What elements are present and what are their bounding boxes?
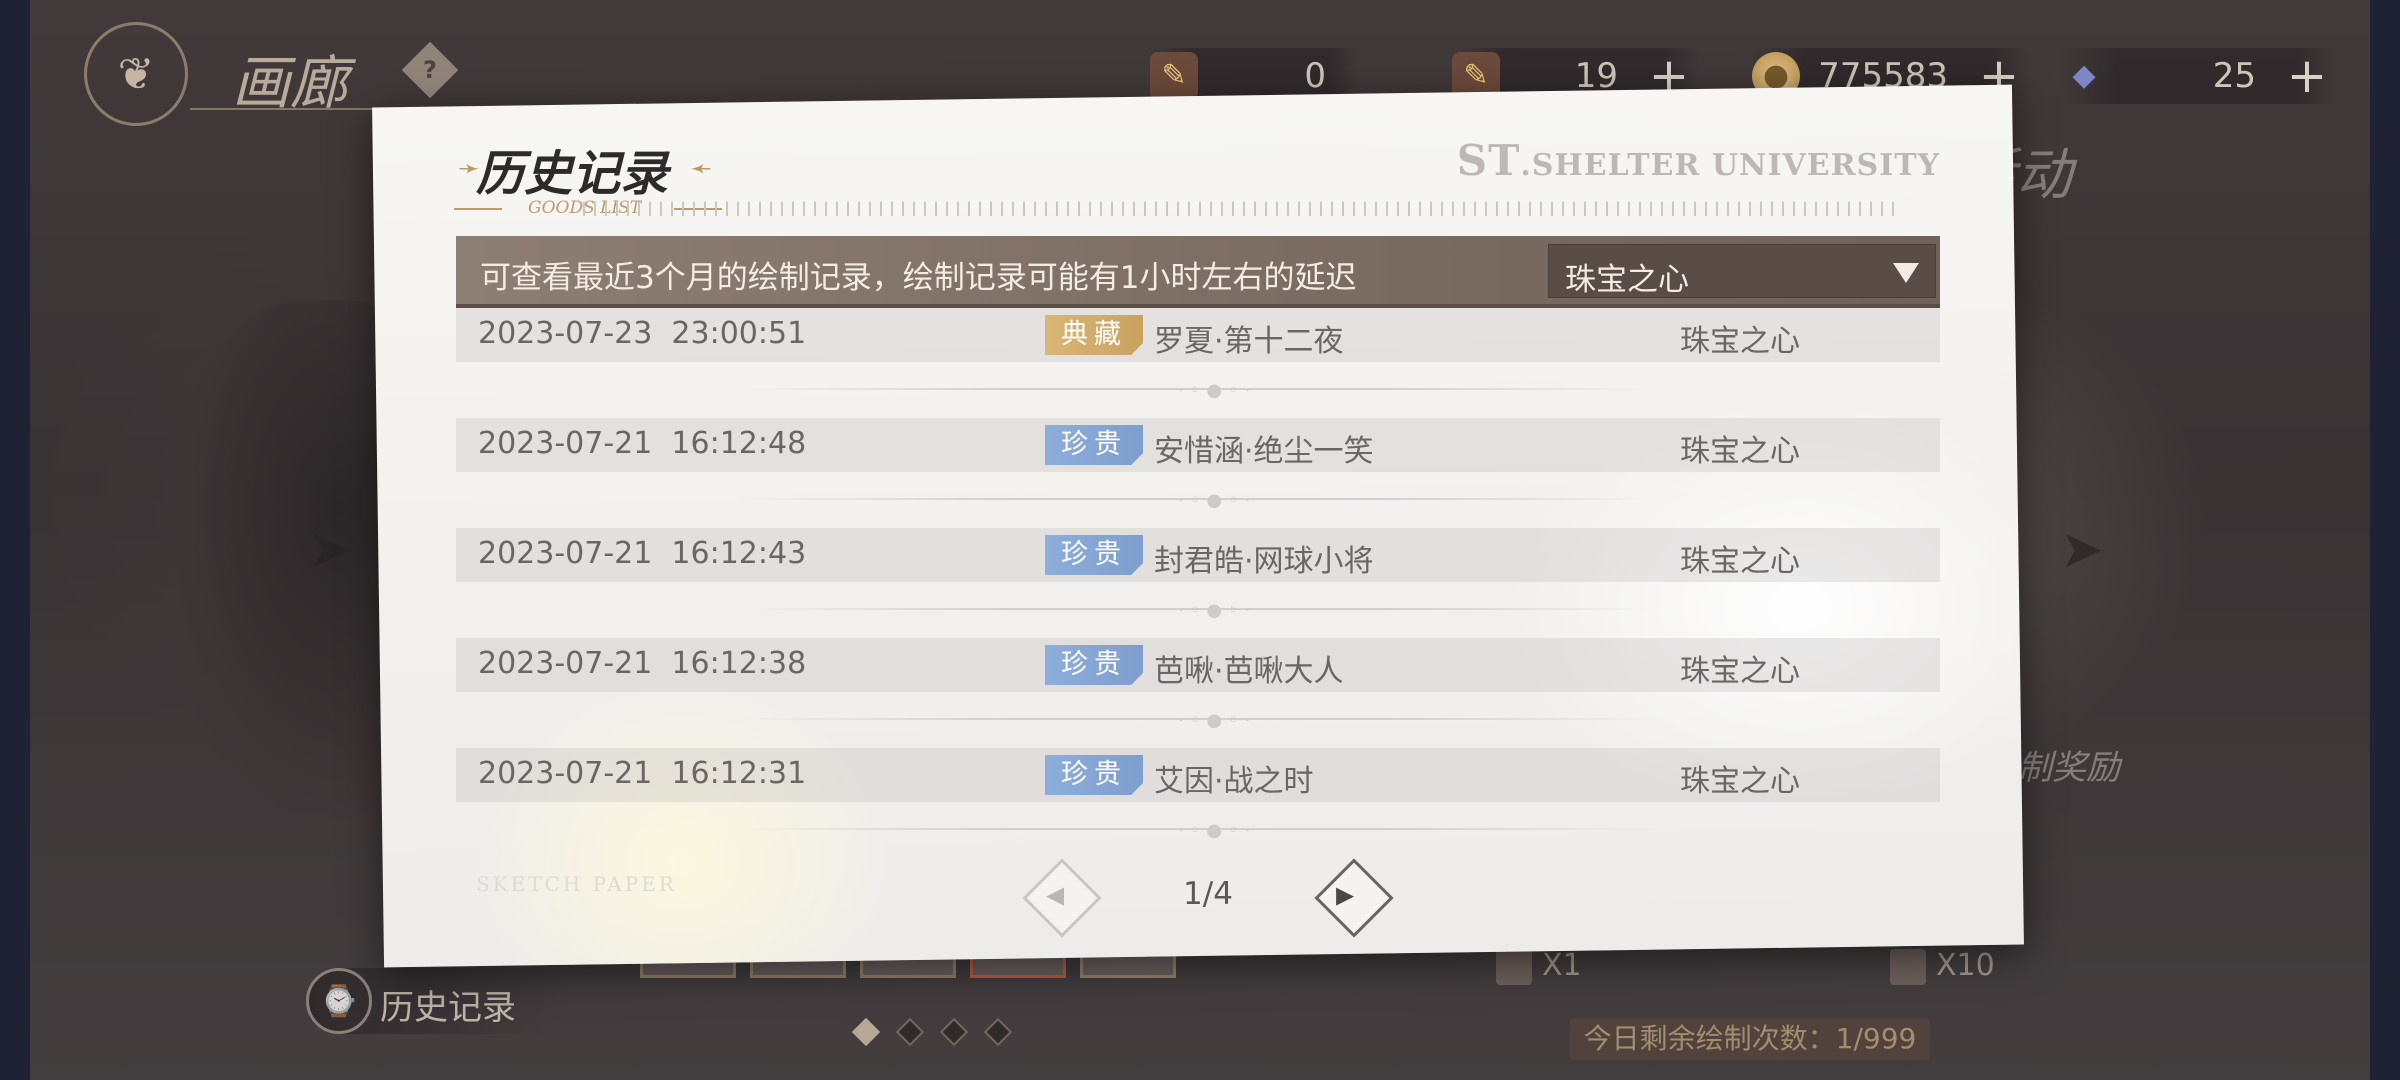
pool-dropdown[interactable]: 珠宝之心 — [1548, 244, 1936, 298]
history-row: 2023-07-23 23:00:51 典藏 罗夏·第十二夜 珠宝之心 ·◦●◦… — [456, 308, 1940, 418]
row-item-name: 安惜涵·绝尘一笑 — [1154, 434, 1374, 470]
row-item-name: 封君皓·网球小将 — [1154, 544, 1374, 579]
rarity-badge: 珍贵 — [1045, 535, 1143, 575]
add-diamond-button[interactable]: + — [2282, 48, 2332, 104]
row-item-name: 艾因·战之时 — [1154, 764, 1314, 799]
rarity-badge: 珍贵 — [1045, 425, 1143, 465]
diamond-icon: ◆ — [2072, 58, 2096, 93]
subtitle-line — [454, 208, 502, 210]
history-row: 2023-07-21 16:12:48 珍贵 安惜涵·绝尘一笑 珠宝之心 ·◦●… — [456, 418, 1940, 528]
chevron-down-icon — [1893, 263, 1919, 283]
page-dot-active[interactable] — [851, 1017, 881, 1047]
reward-label[interactable]: 制奖励 — [2018, 740, 2120, 789]
rarity-badge: 典藏 — [1045, 315, 1143, 355]
sketch-paper-watermark: SKETCH PAPER — [476, 872, 677, 896]
history-row: 2023-07-21 16:12:31 珍贵 艾因·战之时 珠宝之心 ·◦●◦· — [456, 748, 1940, 858]
row-datetime: 2023-07-21 16:12:43 — [478, 536, 807, 571]
banner-page-dots — [851, 1017, 1013, 1047]
history-list: 2023-07-23 23:00:51 典藏 罗夏·第十二夜 珠宝之心 ·◦●◦… — [456, 308, 1940, 858]
info-bar: 可查看最近3个月的绘制记录，绘制记录可能有1小时左右的延迟 珠宝之心 — [456, 236, 1940, 308]
divider-ornament-icon: ·◦●◦· — [1178, 380, 1257, 401]
help-icon[interactable]: ? — [401, 41, 459, 99]
divider-ornament-icon: ·◦●◦· — [1178, 820, 1257, 841]
row-pool-name: 珠宝之心 — [1680, 764, 1800, 799]
next-arrow-icon[interactable]: ▸ — [1336, 874, 1354, 915]
next-banner-arrow-icon[interactable]: ➤ — [2060, 520, 2104, 580]
divider-ornament-icon: ·◦●◦· — [1178, 710, 1257, 731]
row-pool-name: 珠宝之心 — [1680, 434, 1800, 469]
ticket-icon: ✎ — [1150, 52, 1198, 100]
history-button[interactable]: ⌚ 历史记录 — [306, 968, 566, 1034]
resource-diamond: ◆ 25 + — [2060, 48, 2338, 104]
row-datetime: 2023-07-21 16:12:31 — [478, 756, 807, 791]
rarity-badge: 珍贵 — [1045, 645, 1143, 685]
info-text: 可查看最近3个月的绘制记录，绘制记录可能有1小时左右的延迟 — [480, 260, 1357, 296]
title-right-ornament-icon: ➛ — [690, 154, 712, 184]
row-item-name: 罗夏·第十二夜 — [1154, 324, 1344, 359]
row-datetime: 2023-07-21 16:12:38 — [478, 646, 807, 681]
prev-banner-arrow-icon[interactable]: ➤ — [308, 520, 352, 580]
pagination: ◂ 1/4 ▸ — [1022, 858, 1394, 938]
divider-ornament-icon: ·◦●◦· — [1178, 600, 1257, 621]
page-dot[interactable] — [983, 1017, 1013, 1047]
butterfly-emblem-icon[interactable]: ❦ — [84, 22, 188, 126]
remaining-draws: 今日剩余绘制次数：1/999 — [1570, 1018, 1930, 1060]
resource-value: 25 — [2212, 56, 2256, 96]
history-button-label: 历史记录 — [380, 988, 516, 1028]
brand-logo: ST.SHELTER UNIVERSITY — [1456, 136, 1940, 185]
history-row: 2023-07-21 16:12:43 珍贵 封君皓·网球小将 珠宝之心 ·◦●… — [456, 528, 1940, 638]
page-dot[interactable] — [895, 1017, 925, 1047]
row-pool-name: 珠宝之心 — [1680, 544, 1800, 579]
pool-dropdown-value: 珠宝之心 — [1565, 262, 1689, 298]
row-item-name: 芭啾·芭啾大人 — [1154, 654, 1344, 689]
history-icon: ⌚ — [306, 968, 372, 1034]
rarity-badge: 珍贵 — [1045, 755, 1143, 795]
history-modal: ➛ 历史记录 ➛ GOODS LIST ST.SHELTER UNIVERSIT… — [372, 84, 2024, 968]
ruler-decoration — [583, 192, 1903, 216]
row-pool-name: 珠宝之心 — [1680, 324, 1800, 359]
page-dot[interactable] — [939, 1017, 969, 1047]
prev-arrow-icon[interactable]: ◂ — [1046, 874, 1064, 915]
row-datetime: 2023-07-21 16:12:48 — [478, 426, 807, 461]
divider-ornament-icon: ·◦●◦· — [1178, 490, 1257, 511]
page-indicator: 1/4 — [1183, 876, 1233, 912]
history-row: 2023-07-21 16:12:38 珍贵 芭啾·芭啾大人 珠宝之心 ·◦●◦… — [456, 638, 1940, 748]
row-pool-name: 珠宝之心 — [1680, 654, 1800, 689]
row-datetime: 2023-07-23 23:00:51 — [478, 316, 807, 351]
